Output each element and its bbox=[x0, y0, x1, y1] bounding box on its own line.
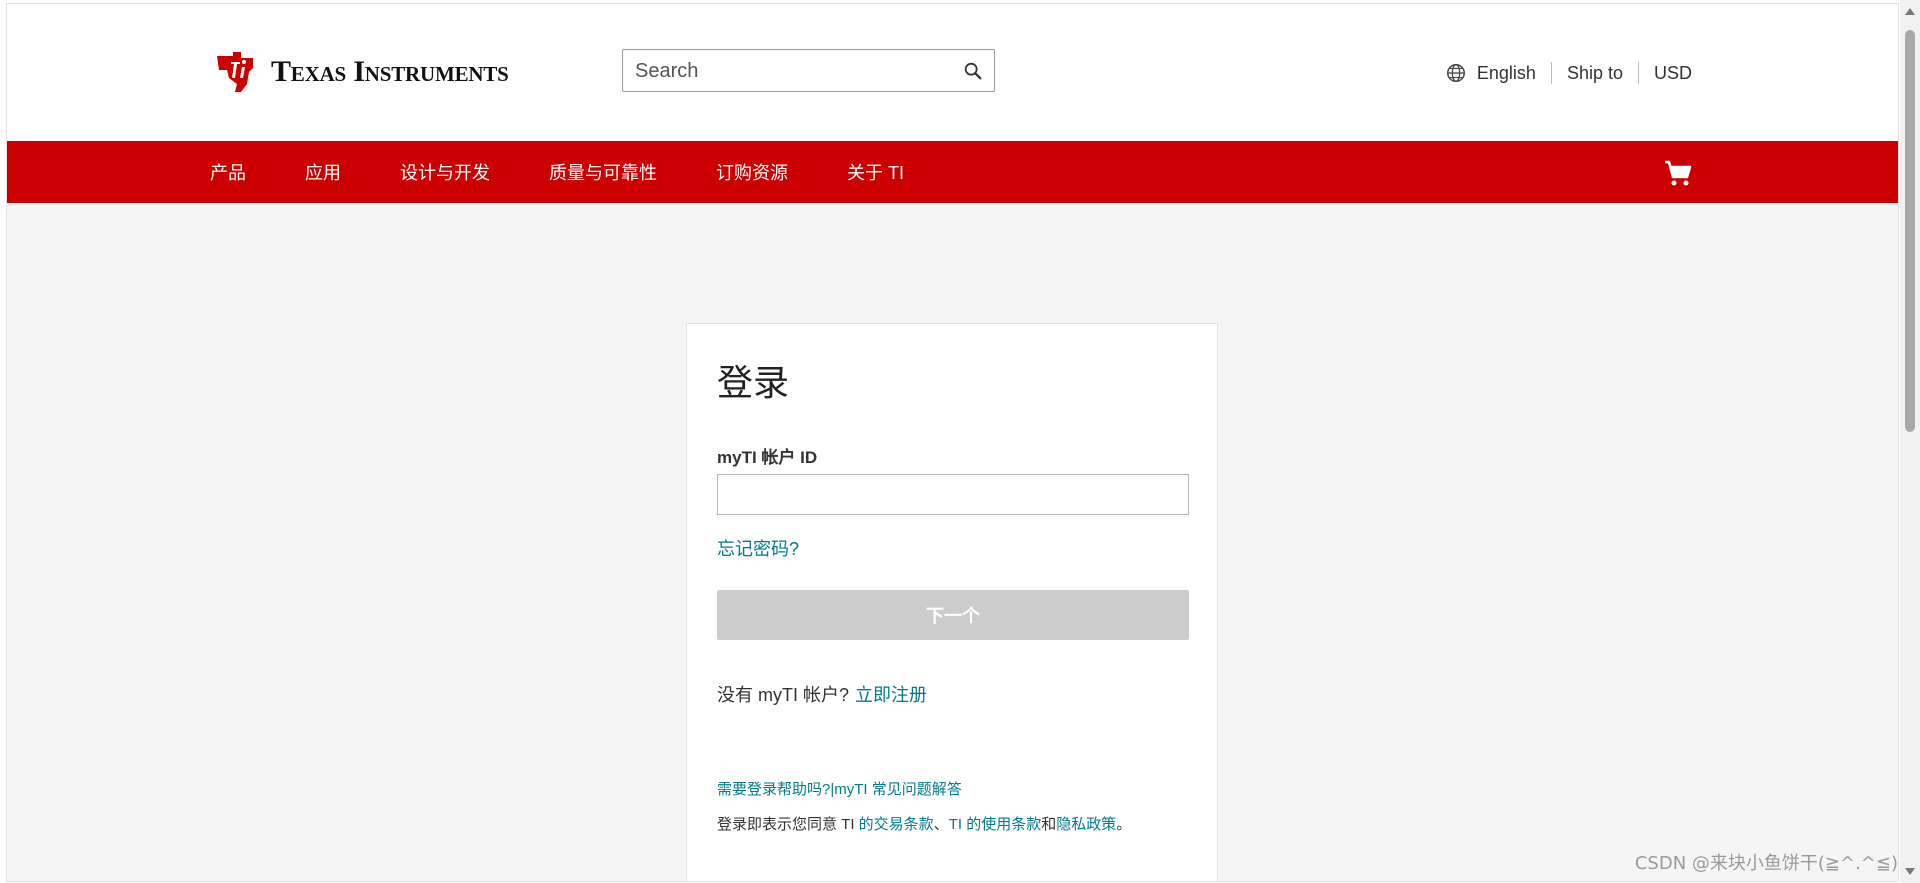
terms-separator: 、 bbox=[933, 816, 949, 833]
account-id-label: myTI 帐户 ID bbox=[717, 448, 818, 467]
ti-logo-icon bbox=[217, 52, 253, 92]
ti-logo[interactable]: Texas Instruments bbox=[211, 48, 509, 96]
privacy-policy-link[interactable]: 隐私政策 bbox=[1056, 816, 1116, 833]
register-link[interactable]: 立即注册 bbox=[855, 685, 927, 705]
help-links: 需要登录帮助吗?|myTI 常见问题解答 bbox=[717, 778, 962, 799]
terms-notice: 登录即表示您同意 TI 的交易条款、TI 的使用条款和隐私政策。 bbox=[717, 813, 1131, 834]
terms-prefix: 登录即表示您同意 TI bbox=[717, 816, 859, 833]
search-box[interactable] bbox=[622, 49, 995, 93]
logo-wordmark: Texas Instruments bbox=[271, 55, 509, 88]
site-header: Texas Instruments English Ship to USD bbox=[7, 4, 1898, 141]
globe-icon bbox=[1446, 64, 1465, 82]
divider bbox=[1550, 62, 1552, 84]
login-title: 登录 bbox=[717, 362, 790, 403]
currency-selector[interactable]: USD bbox=[1654, 63, 1692, 84]
faq-link[interactable]: myTI 常见问题解答 bbox=[834, 781, 962, 798]
nav-menu: 产品 应用 设计与开发 质量与可靠性 订购资源 关于 TI bbox=[210, 141, 963, 203]
scroll-up-arrow-icon[interactable] bbox=[1905, 8, 1915, 15]
forgot-password-link[interactable]: 忘记密码? bbox=[717, 535, 799, 561]
next-button[interactable]: 下一个 bbox=[717, 590, 1189, 640]
main-nav: 产品 应用 设计与开发 质量与可靠性 订购资源 关于 TI bbox=[7, 141, 1898, 203]
nav-item-ordering-resources[interactable]: 订购资源 bbox=[716, 159, 788, 185]
login-card: 登录 myTI 帐户 ID 忘记密码? 下一个 没有 myTI 帐户? 立即注册 … bbox=[686, 323, 1218, 881]
nav-item-about-ti[interactable]: 关于 TI bbox=[847, 159, 904, 185]
register-prompt: 没有 myTI 帐户? 立即注册 bbox=[717, 681, 927, 707]
divider bbox=[1637, 62, 1639, 84]
nav-item-quality-reliability[interactable]: 质量与可靠性 bbox=[549, 159, 657, 185]
browser-page: Texas Instruments English Ship to USD bbox=[6, 3, 1899, 882]
vertical-scrollbar[interactable] bbox=[1900, 0, 1920, 883]
scrollbar-thumb[interactable] bbox=[1905, 30, 1915, 432]
ship-to-selector[interactable]: Ship to bbox=[1567, 63, 1623, 84]
search-icon[interactable] bbox=[962, 60, 984, 82]
terms-and: 和 bbox=[1041, 816, 1057, 833]
nav-item-design-development[interactable]: 设计与开发 bbox=[400, 159, 490, 185]
terms-of-sale-link[interactable]: 的交易条款 bbox=[859, 816, 934, 833]
account-id-input[interactable] bbox=[717, 474, 1189, 515]
nav-item-applications[interactable]: 应用 bbox=[305, 159, 341, 185]
terms-of-use-link[interactable]: TI 的使用条款 bbox=[949, 816, 1042, 833]
login-help-link[interactable]: 需要登录帮助吗? bbox=[717, 781, 830, 798]
terms-end: 。 bbox=[1116, 816, 1132, 833]
watermark: CSDN @来块小鱼饼干(≧^.^≦) bbox=[1634, 853, 1898, 874]
scroll-down-arrow-icon[interactable] bbox=[1905, 868, 1915, 875]
header-utilities: English Ship to USD bbox=[1445, 62, 1692, 84]
language-selector[interactable]: English bbox=[1477, 63, 1536, 84]
shopping-cart-icon[interactable] bbox=[1663, 159, 1693, 187]
search-input[interactable] bbox=[633, 50, 957, 93]
no-account-text: 没有 myTI 帐户? bbox=[717, 685, 850, 705]
nav-item-products[interactable]: 产品 bbox=[210, 159, 246, 185]
